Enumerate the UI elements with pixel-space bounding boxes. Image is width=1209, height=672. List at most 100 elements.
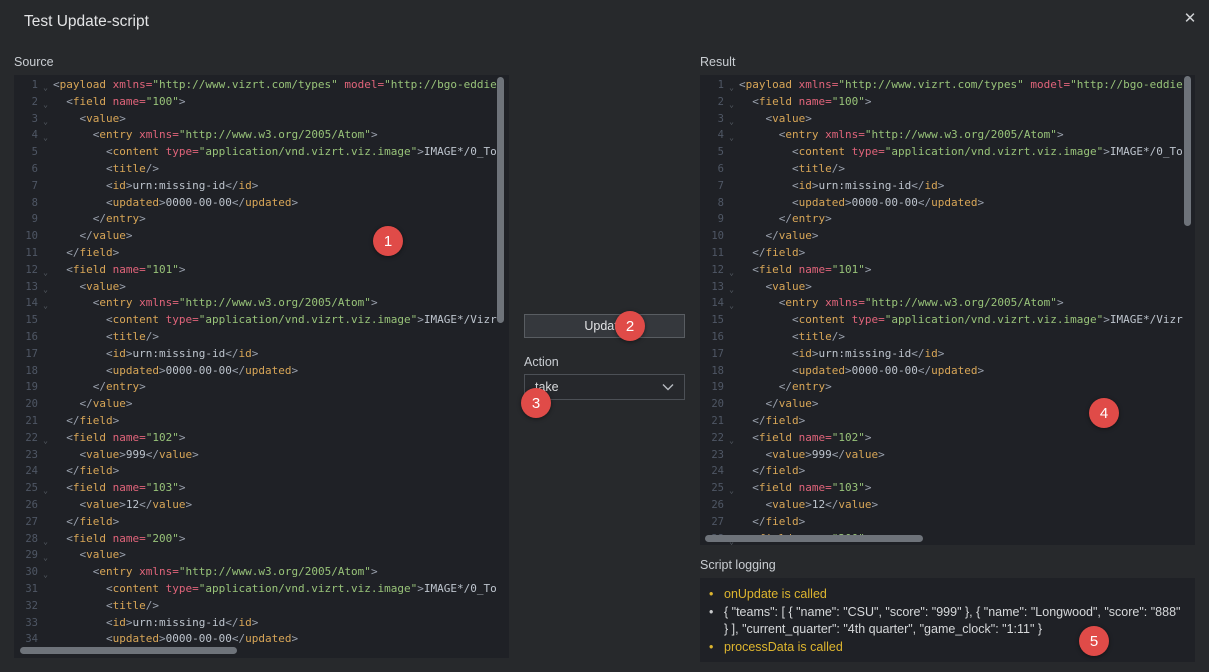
code-text: <entry xmlns="http://www.w3.org/2005/Ato… [53,295,378,312]
code-text: <content type="application/vnd.vizrt.viz… [53,144,497,161]
line-number: 22 [14,430,38,447]
code-text: <title/> [53,329,159,346]
source-vertical-scrollbar[interactable] [497,77,504,323]
fold-toggle-icon[interactable]: ⌄ [38,265,53,282]
code-text: <value> [53,111,126,128]
fold-gutter [38,416,53,433]
fold-gutter [38,399,53,416]
code-line: 10 </value> [700,228,1195,245]
line-number: 7 [700,178,724,195]
line-number: 22 [700,430,724,447]
fold-toggle-icon[interactable]: ⌄ [38,97,53,114]
bullet-icon: • [709,639,724,657]
line-number: 16 [700,329,724,346]
fold-toggle-icon[interactable]: ⌄ [38,80,53,97]
fold-toggle-icon[interactable]: ⌄ [38,433,53,450]
annotation-badge-2: 2 [615,311,645,341]
code-line: 15 <content type="application/vnd.vizrt.… [14,312,509,329]
update-button[interactable]: Update [524,314,685,338]
fold-toggle-icon[interactable]: ⌄ [724,298,739,315]
fold-gutter [38,349,53,366]
fold-toggle-icon[interactable]: ⌄ [724,130,739,147]
line-number: 27 [14,514,38,531]
source-editor[interactable]: 1⌄<payload xmlns="http://www.vizrt.com/t… [14,75,509,658]
fold-gutter [38,198,53,215]
code-text: <field name="100"> [739,94,872,111]
code-text: </entry> [53,211,146,228]
code-line: 11 </field> [14,245,509,262]
code-line: 6 <title/> [14,161,509,178]
fold-toggle-icon[interactable]: ⌄ [724,80,739,97]
fold-toggle-icon[interactable]: ⌄ [38,114,53,131]
fold-gutter [724,382,739,399]
chevron-down-icon [662,383,674,391]
fold-toggle-icon[interactable]: ⌄ [38,534,53,551]
dialog-title: Test Update-script [24,13,149,31]
code-text: <value> [53,547,126,564]
code-line: 16 <title/> [700,329,1195,346]
fold-toggle-icon[interactable]: ⌄ [38,550,53,567]
code-text: </field> [739,514,805,531]
fold-toggle-icon[interactable]: ⌄ [724,114,739,131]
code-text: </entry> [53,379,146,396]
fold-toggle-icon[interactable]: ⌄ [38,282,53,299]
line-number: 25 [700,480,724,497]
fold-toggle-icon[interactable]: ⌄ [724,483,739,500]
fold-toggle-icon[interactable]: ⌄ [724,97,739,114]
fold-toggle-icon[interactable]: ⌄ [38,483,53,500]
code-text: <entry xmlns="http://www.w3.org/2005/Ato… [739,127,1064,144]
source-label: Source [14,55,54,69]
line-number: 20 [700,396,724,413]
fold-gutter [38,584,53,601]
line-number: 2 [700,94,724,111]
fold-toggle-icon[interactable]: ⌄ [724,265,739,282]
result-editor[interactable]: 1⌄<payload xmlns="http://www.vizrt.com/t… [700,75,1195,545]
code-line: 11 </field> [700,245,1195,262]
code-text: </field> [739,463,805,480]
line-number: 8 [14,195,38,212]
result-vertical-scrollbar[interactable] [1184,76,1191,226]
code-line: 20 </value> [14,396,509,413]
line-number: 16 [14,329,38,346]
code-text: <field name="103"> [53,480,186,497]
code-text: <title/> [53,161,159,178]
fold-gutter [724,231,739,248]
code-text: <entry xmlns="http://www.w3.org/2005/Ato… [53,127,378,144]
close-icon[interactable]: ✕ [1178,6,1202,30]
code-line: 18 <updated>0000-00-00</updated> [14,363,509,380]
fold-toggle-icon[interactable]: ⌄ [724,282,739,299]
line-number: 12 [700,262,724,279]
line-number: 9 [700,211,724,228]
code-text: <field name="101"> [53,262,186,279]
fold-gutter [38,366,53,383]
fold-toggle-icon[interactable]: ⌄ [724,433,739,450]
line-number: 6 [700,161,724,178]
line-number: 19 [14,379,38,396]
source-horizontal-scrollbar[interactable] [20,647,237,654]
fold-gutter [38,231,53,248]
code-line: 27 </field> [14,514,509,531]
script-logging-panel[interactable]: •onUpdate is called•{ "teams": [ { "name… [700,578,1195,662]
code-text: <value> [53,279,126,296]
code-line: 24 </field> [700,463,1195,480]
code-text: <title/> [739,161,845,178]
result-horizontal-scrollbar[interactable] [705,535,923,542]
code-text: <payload xmlns="http://www.vizrt.com/typ… [739,77,1183,94]
fold-gutter [38,248,53,265]
fold-toggle-icon[interactable]: ⌄ [38,130,53,147]
fold-toggle-icon[interactable]: ⌄ [38,567,53,584]
log-entry: •onUpdate is called [709,586,1186,604]
line-number: 13 [14,279,38,296]
fold-gutter [724,500,739,517]
code-line: 19 </entry> [700,379,1195,396]
source-code-lines: 1⌄<payload xmlns="http://www.vizrt.com/t… [14,77,509,648]
code-text: <id>urn:missing-id</id> [53,615,258,632]
code-text: <value> [739,279,812,296]
line-number: 20 [14,396,38,413]
fold-gutter [38,466,53,483]
code-line: 2⌄ <field name="100"> [700,94,1195,111]
code-line: 5 <content type="application/vnd.vizrt.v… [14,144,509,161]
code-line: 32 <title/> [14,598,509,615]
action-label: Action [524,355,559,369]
fold-toggle-icon[interactable]: ⌄ [38,298,53,315]
